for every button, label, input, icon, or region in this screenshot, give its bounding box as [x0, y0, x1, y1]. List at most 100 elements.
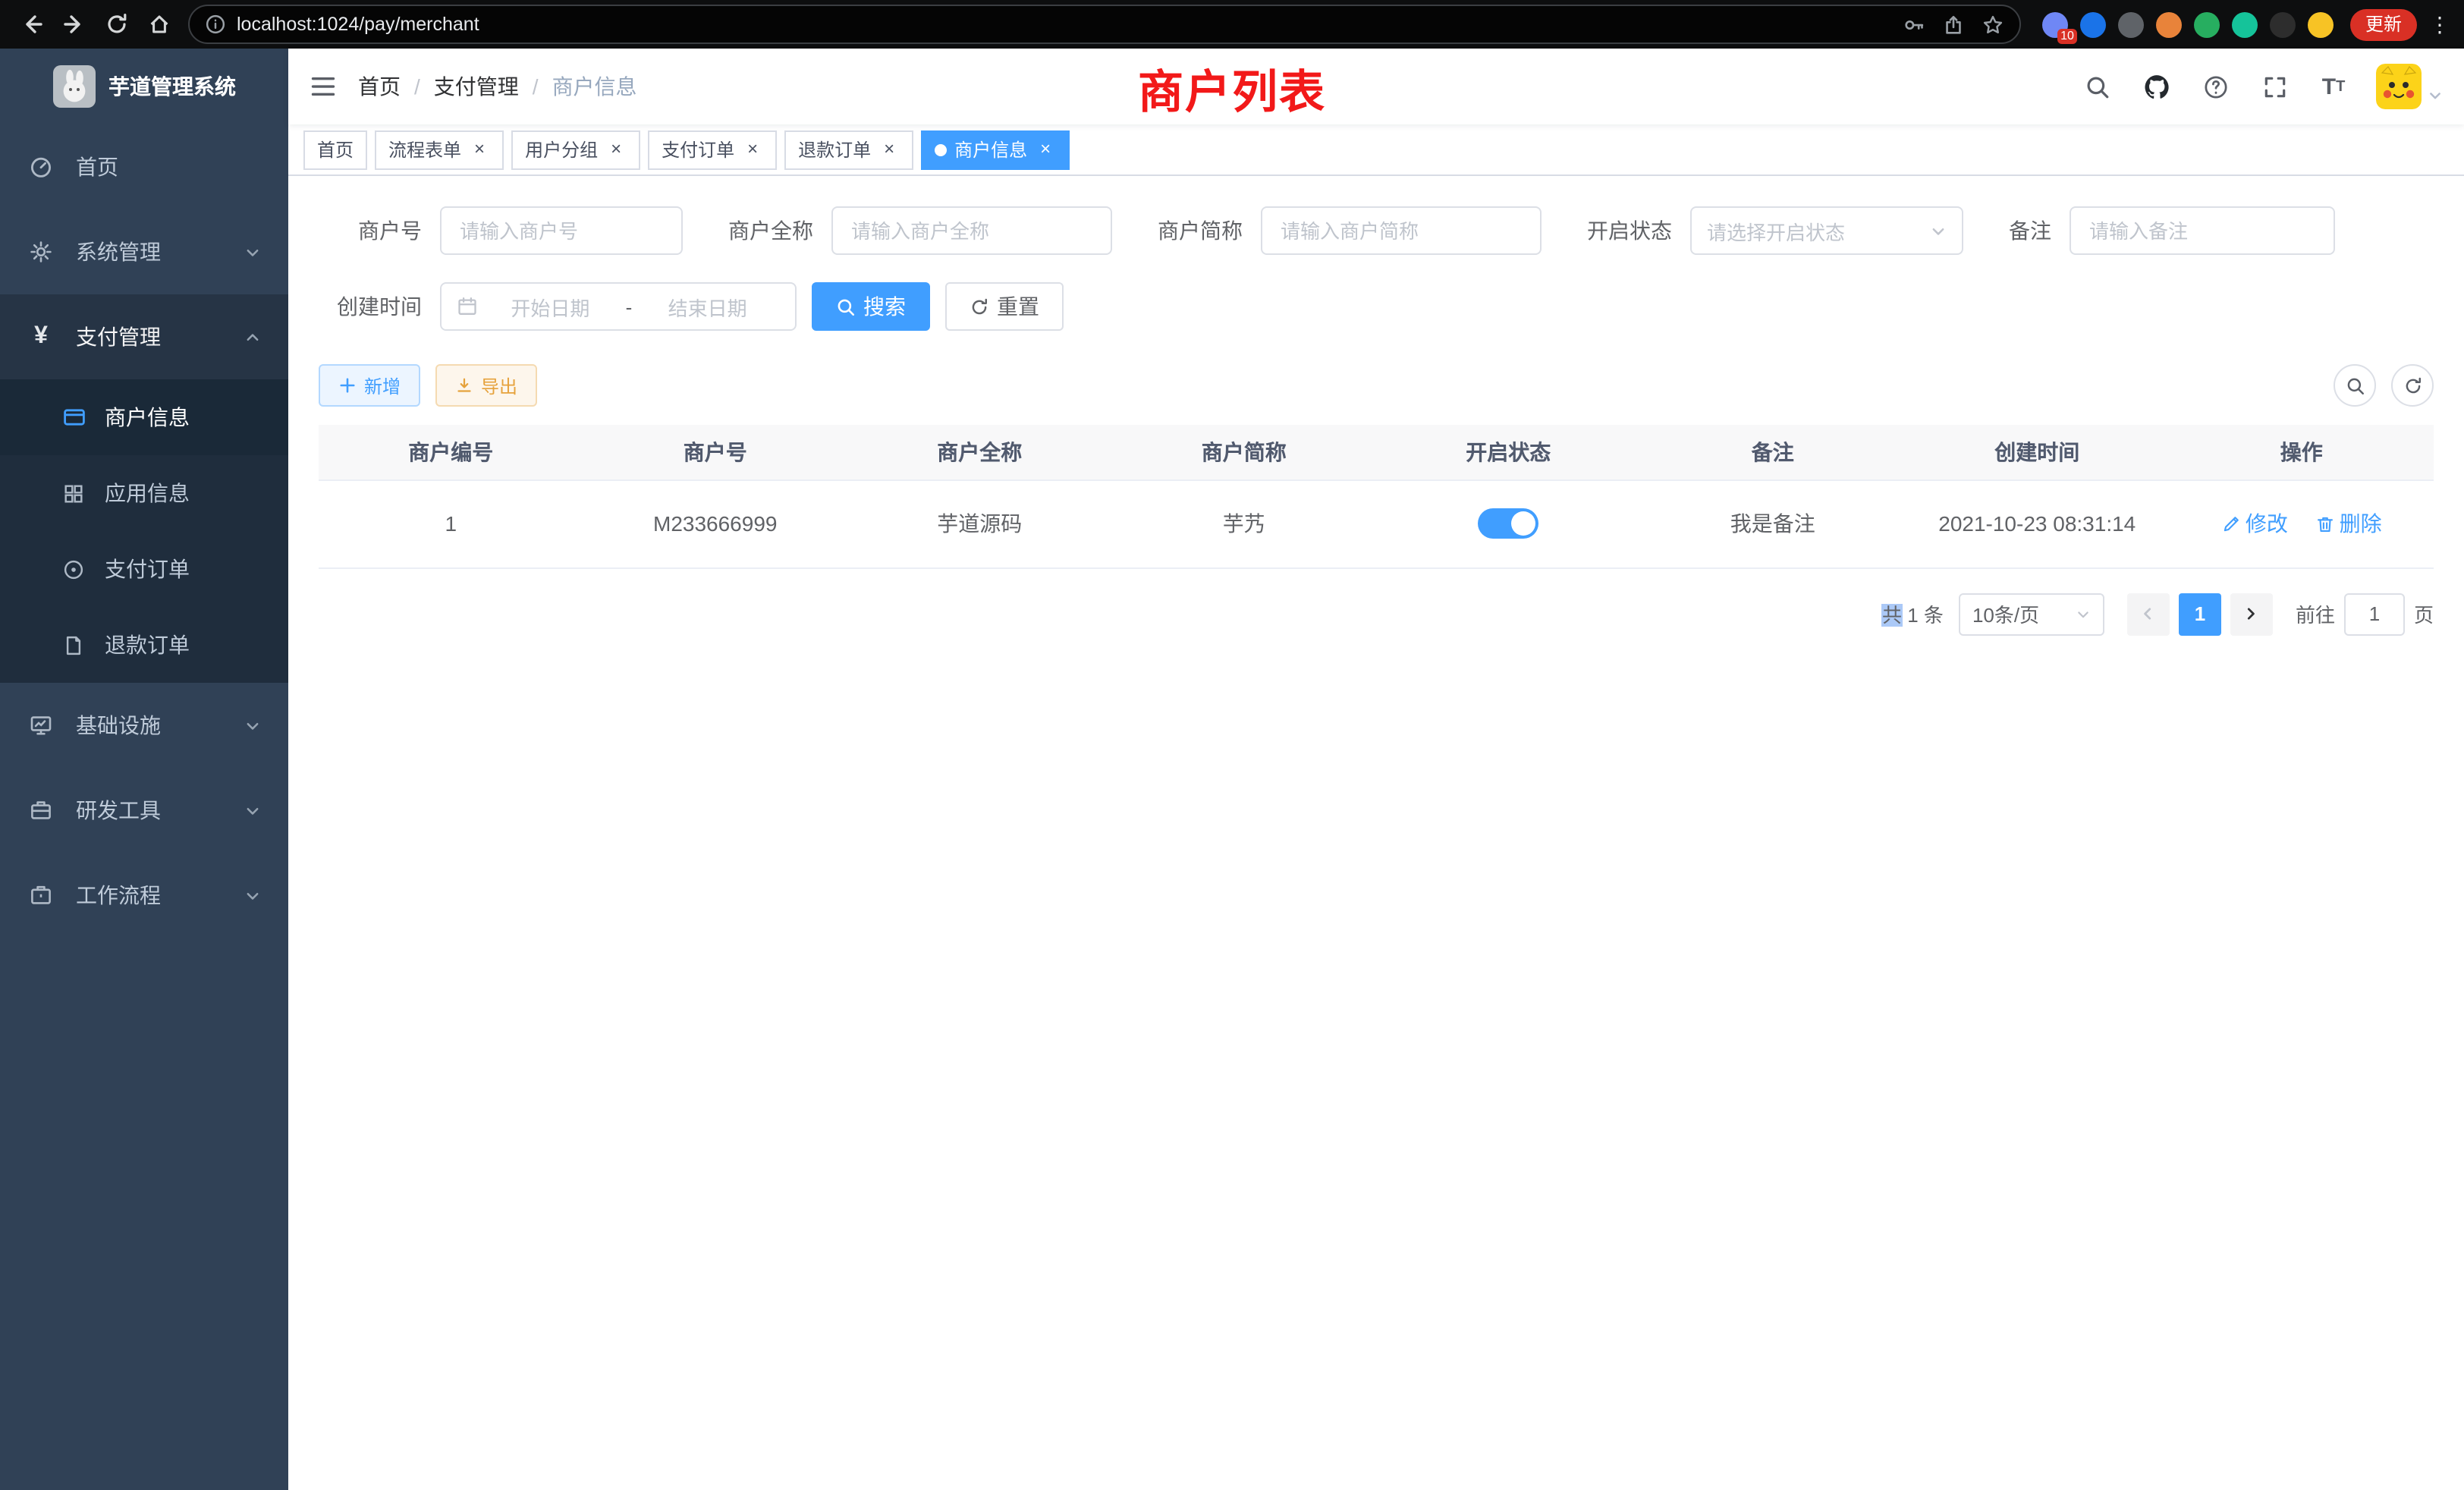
- extension-icon[interactable]: [2156, 11, 2182, 37]
- merchant-card-icon: [61, 404, 86, 430]
- extension-icon[interactable]: 10: [2042, 11, 2068, 37]
- tab-process-form[interactable]: 流程表单 ×: [375, 130, 504, 169]
- share-icon[interactable]: [1942, 13, 1965, 36]
- sidebar-item-workflow[interactable]: 工作流程: [0, 853, 288, 938]
- field-label: 开启状态: [1587, 215, 1672, 246]
- breadcrumb-item[interactable]: 首页: [358, 71, 401, 102]
- main-area: 首页 / 支付管理 / 商户信息: [288, 49, 2464, 1490]
- toolbar-right: [2334, 364, 2434, 407]
- merchant-short-name-input[interactable]: [1261, 206, 1542, 255]
- close-icon[interactable]: ×: [1035, 139, 1056, 160]
- column-header: 商户号: [583, 425, 848, 479]
- extension-icon[interactable]: [2270, 11, 2296, 37]
- github-icon[interactable]: [2139, 70, 2173, 103]
- address-bar[interactable]: localhost:1024/pay/merchant: [188, 5, 2021, 44]
- edit-link-label: 修改: [2246, 508, 2288, 539]
- edit-link[interactable]: 修改: [2221, 508, 2288, 539]
- chevron-up-icon: [244, 328, 261, 345]
- extension-icon[interactable]: [2194, 11, 2220, 37]
- start-date-placeholder[interactable]: 开始日期: [478, 292, 623, 321]
- sidebar-item-refund-order[interactable]: 退款订单: [0, 607, 288, 683]
- breadcrumb-item[interactable]: 支付管理: [434, 71, 519, 102]
- site-info-icon[interactable]: [205, 14, 226, 35]
- url-text[interactable]: localhost:1024/pay/merchant: [237, 14, 1903, 35]
- help-icon[interactable]: [2198, 70, 2232, 103]
- extension-icon[interactable]: [2232, 11, 2258, 37]
- sidebar-item-home[interactable]: 首页: [0, 124, 288, 209]
- browser-home-icon[interactable]: [140, 5, 179, 44]
- page-size-select[interactable]: 10条/页: [1959, 593, 2104, 635]
- tab-home[interactable]: 首页: [303, 130, 367, 169]
- filter-row-2: 创建时间 开始日期 - 结束日期 搜索: [319, 282, 2434, 331]
- sidebar-item-pay-order[interactable]: 支付订单: [0, 531, 288, 607]
- tab-refund-order[interactable]: 退款订单 ×: [784, 130, 913, 169]
- field-label: 商户全称: [728, 215, 813, 246]
- delete-link[interactable]: 删除: [2315, 508, 2382, 539]
- dashboard-icon: [27, 153, 55, 181]
- page-number-button[interactable]: 1: [2179, 593, 2221, 635]
- extension-icon[interactable]: [2118, 11, 2144, 37]
- export-button[interactable]: 导出: [435, 364, 537, 407]
- close-icon[interactable]: ×: [605, 139, 627, 160]
- refresh-icon[interactable]: [2391, 364, 2434, 407]
- reset-button[interactable]: 重置: [945, 282, 1064, 331]
- sidebar-item-system[interactable]: 系统管理: [0, 209, 288, 294]
- date-range-picker[interactable]: 开始日期 - 结束日期: [440, 282, 797, 331]
- chevron-down-icon: [244, 244, 261, 260]
- bookmark-star-icon[interactable]: [1982, 13, 2004, 36]
- select-placeholder: 请选择开启状态: [1707, 216, 1845, 245]
- status-select[interactable]: 请选择开启状态: [1690, 206, 1963, 255]
- filter-status: 开启状态 请选择开启状态: [1587, 206, 1963, 255]
- filter-merchant-short-name: 商户简称: [1158, 206, 1542, 255]
- extension-icon[interactable]: [2080, 11, 2106, 37]
- close-icon[interactable]: ×: [878, 139, 900, 160]
- active-dot: [935, 143, 947, 156]
- sidebar-item-payment[interactable]: ¥ 支付管理: [0, 294, 288, 379]
- user-menu[interactable]: [2376, 64, 2443, 109]
- browser-menu-icon[interactable]: ⋮: [2428, 11, 2452, 37]
- prev-page-button[interactable]: [2127, 593, 2170, 635]
- chevron-down-icon: [1930, 222, 1947, 239]
- tab-pay-order[interactable]: 支付订单 ×: [648, 130, 777, 169]
- add-button[interactable]: 新增: [319, 364, 420, 407]
- sidebar-item-infrastructure[interactable]: 基础设施: [0, 683, 288, 768]
- table-header-row: 商户编号 商户号 商户全称 商户简称 开启状态 备注 创建时间 操作: [319, 425, 2434, 479]
- close-icon[interactable]: ×: [469, 139, 490, 160]
- end-date-placeholder[interactable]: 结束日期: [635, 292, 780, 321]
- goto-page-input[interactable]: [2344, 593, 2405, 635]
- sidebar-item-app-info[interactable]: 应用信息: [0, 455, 288, 531]
- fullscreen-icon[interactable]: [2258, 70, 2291, 103]
- password-key-icon[interactable]: [1903, 13, 1925, 36]
- order-target-icon: [61, 556, 86, 582]
- close-icon[interactable]: ×: [742, 139, 763, 160]
- browser-forward-icon[interactable]: [55, 5, 94, 44]
- browser-extensions: 10: [2042, 11, 2334, 37]
- sidebar-item-label: 退款订单: [105, 630, 190, 660]
- tab-user-group[interactable]: 用户分组 ×: [511, 130, 640, 169]
- status-toggle[interactable]: [1478, 508, 1538, 539]
- app-logo[interactable]: 芋道管理系统: [0, 49, 288, 124]
- sidebar-item-dev-tools[interactable]: 研发工具: [0, 768, 288, 853]
- tab-merchant-info[interactable]: 商户信息 ×: [921, 130, 1070, 169]
- breadcrumb-separator: /: [533, 74, 539, 99]
- sidebar-item-merchant-info[interactable]: 商户信息: [0, 379, 288, 455]
- merchant-no-input[interactable]: [440, 206, 683, 255]
- goto-suffix: 页: [2414, 599, 2434, 628]
- hamburger-icon[interactable]: [288, 49, 358, 124]
- browser-reload-icon[interactable]: [97, 5, 137, 44]
- goto-label: 前往: [2296, 599, 2335, 628]
- search-button[interactable]: 搜索: [812, 282, 930, 331]
- cell-status: [1376, 479, 1641, 567]
- font-size-icon[interactable]: TT: [2317, 70, 2350, 103]
- browser-back-icon[interactable]: [12, 5, 52, 44]
- filter-merchant-no: 商户号: [319, 206, 683, 255]
- remark-input[interactable]: [2070, 206, 2335, 255]
- cell-merchant-id: 1: [319, 479, 583, 567]
- merchant-name-input[interactable]: [831, 206, 1112, 255]
- avatar[interactable]: [2376, 64, 2422, 109]
- extension-icon[interactable]: [2308, 11, 2334, 37]
- toggle-search-icon[interactable]: [2334, 364, 2376, 407]
- search-icon[interactable]: [2080, 70, 2114, 103]
- next-page-button[interactable]: [2230, 593, 2273, 635]
- browser-update-button[interactable]: 更新: [2350, 8, 2417, 40]
